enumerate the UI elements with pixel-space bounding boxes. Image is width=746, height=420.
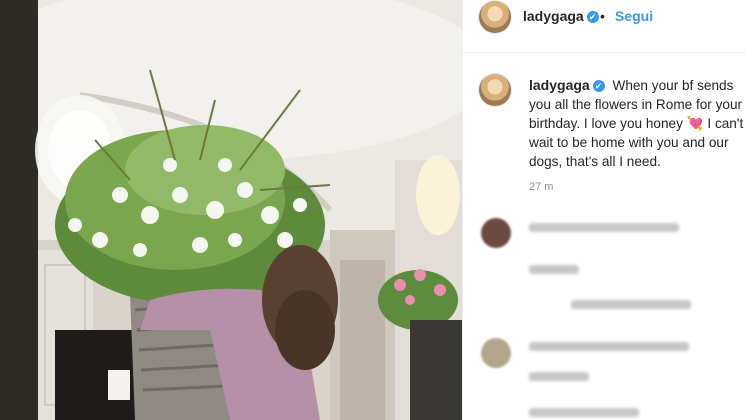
author-name-row: ladygaga ✔ (523, 8, 599, 26)
author-username[interactable]: ladygaga (523, 8, 584, 24)
caption-avatar[interactable] (479, 74, 511, 106)
verified-badge-icon: ✔ (586, 10, 599, 23)
comment-blurred-text (529, 223, 679, 232)
post-caption: ladygaga ✔ When your bf sends you all the… (529, 76, 746, 171)
comment-blurred-text (529, 265, 579, 274)
separator-dot: • (600, 8, 605, 24)
post-timestamp[interactable]: 27 m (529, 181, 553, 193)
verified-badge-icon: ✔ (592, 80, 605, 93)
post-header: ladygaga ✔ • Segui (463, 0, 746, 53)
view-replies-blurred[interactable] (571, 300, 691, 309)
comment-blurred-text (529, 342, 689, 351)
follow-button[interactable]: Segui (615, 8, 653, 24)
comment-avatar[interactable] (481, 218, 511, 248)
photo-illustration (0, 0, 462, 420)
comment-avatar[interactable] (481, 338, 511, 368)
author-avatar[interactable] (479, 1, 511, 33)
comment-blurred-text (529, 408, 639, 417)
post-photo[interactable] (0, 0, 462, 420)
comment-blurred-text (529, 372, 589, 381)
caption-username[interactable]: ladygaga (529, 77, 590, 93)
post-side-panel: ladygaga ✔ • Segui ladygaga ✔ When your bf… (462, 0, 746, 420)
